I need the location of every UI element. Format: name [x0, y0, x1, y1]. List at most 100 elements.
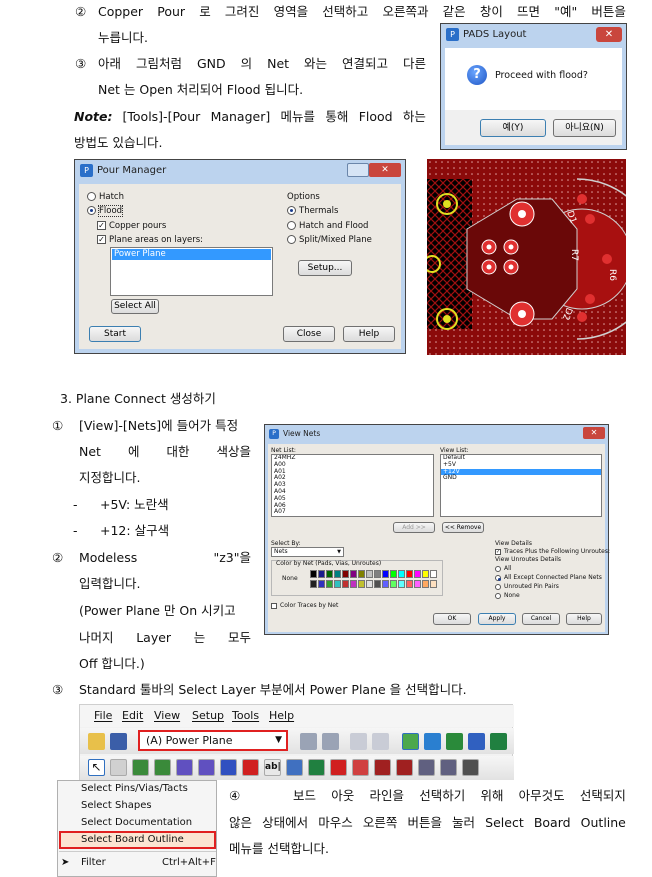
- view-list-item[interactable]: Default: [441, 455, 601, 462]
- select-cluster-icon[interactable]: [308, 759, 325, 776]
- no-button[interactable]: 아니요(N): [553, 119, 616, 137]
- color-swatch[interactable]: [374, 580, 381, 588]
- redraw-icon[interactable]: [322, 733, 339, 750]
- cancel-button[interactable]: Cancel: [522, 613, 560, 625]
- select-shape-icon[interactable]: [220, 759, 237, 776]
- thermals-radio[interactable]: Thermals: [287, 206, 338, 216]
- net-list-item[interactable]: A07: [272, 509, 433, 516]
- color-swatch[interactable]: [342, 580, 349, 588]
- all-radio[interactable]: All: [495, 565, 511, 572]
- context-item[interactable]: Select Shapes: [81, 800, 152, 811]
- view-list-item[interactable]: +12V: [441, 468, 601, 476]
- zoom-icon[interactable]: [372, 733, 389, 750]
- none-radio[interactable]: None: [495, 592, 520, 599]
- select-text-icon[interactable]: ab|: [264, 759, 281, 776]
- select-pin-icon[interactable]: [110, 759, 127, 776]
- all-except-radio[interactable]: All Except Connected Plane Nets: [495, 574, 602, 581]
- menu-tools[interactable]: Tools: [232, 709, 259, 722]
- net-list-item[interactable]: A01: [272, 468, 433, 476]
- hatch-and-flood-radio[interactable]: Hatch and Flood: [287, 221, 368, 231]
- color-swatch[interactable]: [350, 570, 357, 578]
- color-swatch[interactable]: [366, 580, 373, 588]
- select-via-icon[interactable]: [176, 759, 193, 776]
- route-icon[interactable]: [402, 733, 419, 750]
- filter-item[interactable]: Filter: [81, 857, 106, 868]
- net-list-item[interactable]: A03: [272, 481, 433, 489]
- color-swatch[interactable]: [406, 570, 413, 578]
- color-swatch[interactable]: [382, 580, 389, 588]
- color-swatch[interactable]: [342, 570, 349, 578]
- apply-button[interactable]: Apply: [478, 613, 516, 625]
- flood-radio[interactable]: Flood: [87, 205, 124, 217]
- select-no-icon[interactable]: [242, 759, 259, 776]
- color-swatch[interactable]: [374, 570, 381, 578]
- select-board-icon[interactable]: [440, 759, 457, 776]
- layer-listbox[interactable]: Power Plane: [110, 247, 273, 296]
- traces-plus-checkbox[interactable]: ✓ Traces Plus the Following Unroutes:: [495, 548, 610, 555]
- open-icon[interactable]: [88, 733, 105, 750]
- color-traces-checkbox[interactable]: Color Traces by Net: [271, 602, 338, 609]
- select-list-icon[interactable]: [462, 759, 479, 776]
- net-list-item[interactable]: A06: [272, 502, 433, 510]
- select-hole-icon[interactable]: [374, 759, 391, 776]
- compass-icon[interactable]: [490, 733, 507, 750]
- list-item[interactable]: Power Plane: [112, 249, 271, 260]
- close-button[interactable]: Close: [283, 326, 335, 342]
- select-trace-icon[interactable]: [132, 759, 149, 776]
- view-list-item[interactable]: +5V: [441, 461, 601, 469]
- color-swatch[interactable]: [358, 570, 365, 578]
- net-list-item[interactable]: A00: [272, 461, 433, 469]
- color-palette[interactable]: [310, 570, 438, 590]
- color-swatch[interactable]: [390, 580, 397, 588]
- color-swatch[interactable]: [398, 570, 405, 578]
- save-icon[interactable]: [110, 733, 127, 750]
- color-swatch[interactable]: [318, 570, 325, 578]
- select-group-icon[interactable]: [396, 759, 413, 776]
- select-board-outline-item[interactable]: Select Board Outline: [59, 831, 216, 849]
- menu-setup[interactable]: Setup: [192, 709, 224, 722]
- ratsnest-icon[interactable]: [424, 733, 441, 750]
- color-swatch[interactable]: [422, 580, 429, 588]
- color-swatch[interactable]: [398, 580, 405, 588]
- layer-icon[interactable]: [446, 733, 463, 750]
- menu-view[interactable]: View: [154, 709, 180, 722]
- color-swatch[interactable]: [390, 570, 397, 578]
- select-arrow-icon[interactable]: ↖: [88, 759, 105, 776]
- select-highlight-icon[interactable]: [330, 759, 347, 776]
- menu-edit[interactable]: Edit: [122, 709, 143, 722]
- menu-file[interactable]: File: [94, 709, 112, 722]
- help-button[interactable]: Help: [343, 326, 395, 342]
- help-button[interactable]: Help: [566, 613, 602, 625]
- select-cross-icon[interactable]: [418, 759, 435, 776]
- close-icon[interactable]: ✕: [583, 427, 605, 439]
- color-swatch[interactable]: [414, 580, 421, 588]
- view-list-item[interactable]: GND: [441, 475, 601, 482]
- select-net-icon[interactable]: [154, 759, 171, 776]
- line-icon[interactable]: [468, 733, 485, 750]
- net-list-item[interactable]: A05: [272, 495, 433, 503]
- copper-pours-checkbox[interactable]: ✓ Copper pours: [97, 221, 166, 231]
- color-swatch[interactable]: [326, 580, 333, 588]
- color-swatch[interactable]: [350, 580, 357, 588]
- net-list-item[interactable]: A04: [272, 488, 433, 496]
- split-mixed-radio[interactable]: Split/Mixed Plane: [287, 235, 372, 245]
- color-swatch[interactable]: [310, 580, 317, 588]
- select-label-icon[interactable]: [286, 759, 303, 776]
- menu-help[interactable]: Help: [269, 709, 294, 722]
- select-all-button[interactable]: Select All: [111, 299, 159, 314]
- color-swatch[interactable]: [318, 580, 325, 588]
- color-swatch[interactable]: [430, 570, 437, 578]
- setup-button[interactable]: Setup...: [298, 260, 352, 276]
- color-swatch[interactable]: [382, 570, 389, 578]
- color-swatch[interactable]: [310, 570, 317, 578]
- close-icon[interactable]: ✕: [369, 163, 401, 177]
- unrouted-radio[interactable]: Unrouted Pin Pairs: [495, 583, 559, 590]
- start-button[interactable]: Start: [89, 326, 141, 342]
- hatch-radio[interactable]: Hatch: [87, 192, 124, 202]
- sketch-icon[interactable]: [350, 733, 367, 750]
- color-swatch[interactable]: [430, 580, 437, 588]
- color-swatch[interactable]: [334, 570, 341, 578]
- select-union-icon[interactable]: [352, 759, 369, 776]
- minimize-icon[interactable]: [347, 163, 369, 177]
- color-swatch[interactable]: [358, 580, 365, 588]
